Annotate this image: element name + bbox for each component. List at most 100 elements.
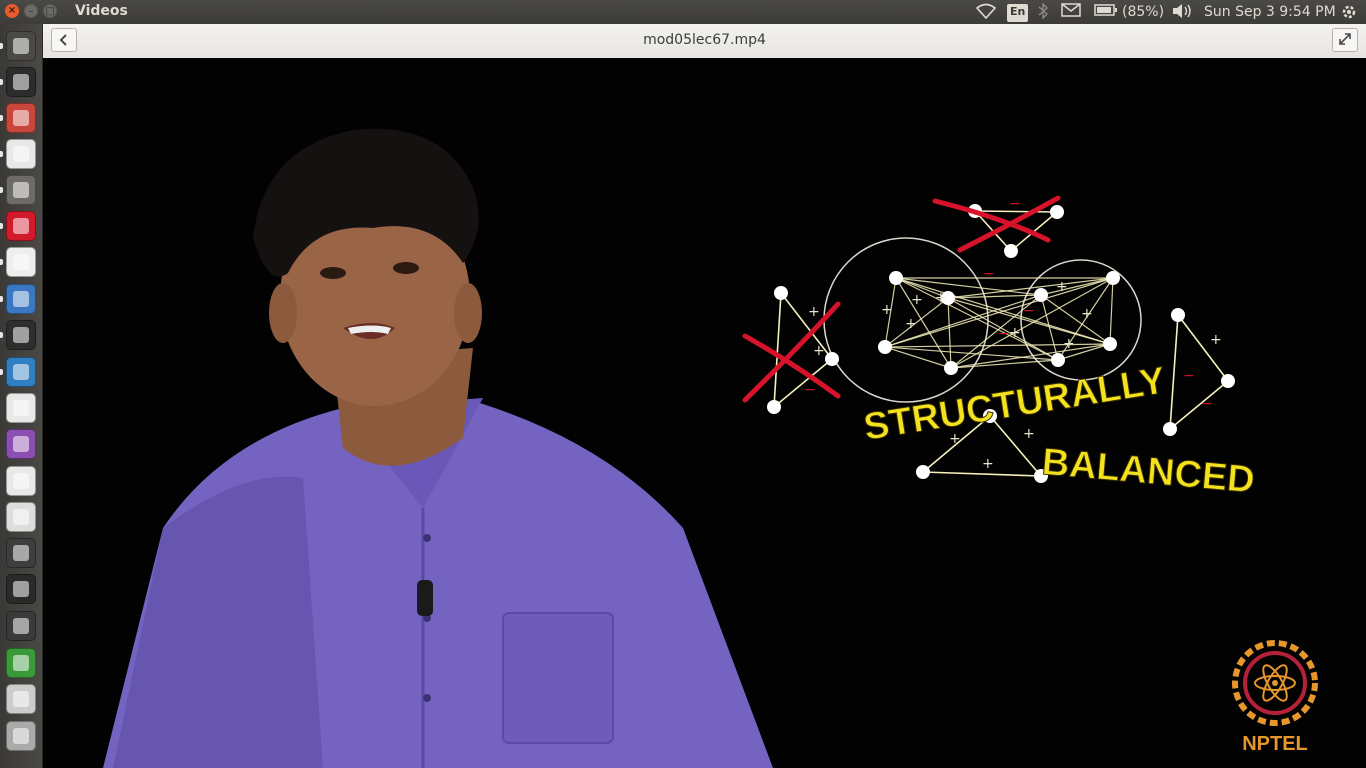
video-file-title: mod05lec67.mp4 <box>643 32 766 48</box>
bluetooth-icon[interactable] <box>1037 2 1049 21</box>
dash-home-icon <box>13 38 29 54</box>
media-player-icon <box>13 436 29 452</box>
launcher-item-opera[interactable] <box>6 211 36 241</box>
window-close-button[interactable]: × <box>5 4 19 18</box>
sublime-text-icon <box>13 545 29 561</box>
graph-node <box>878 340 892 354</box>
plus-sign: + <box>1023 426 1035 442</box>
graph-edge <box>950 343 1111 369</box>
launcher-item-drive[interactable] <box>6 684 36 714</box>
graph-node <box>767 400 781 414</box>
graph-edge <box>884 346 952 369</box>
graph-node <box>889 271 903 285</box>
triangle-edge <box>773 292 782 408</box>
fullscreen-icon <box>1339 33 1351 45</box>
launcher-item-gmail[interactable] <box>6 393 36 423</box>
minus-sign: − <box>1009 196 1021 212</box>
terminal-icon <box>13 74 29 90</box>
plus-sign: + <box>813 343 825 359</box>
nptel-logo: NPTEL <box>1232 640 1318 755</box>
running-indicator <box>0 187 3 193</box>
structural-balance-diagram: +++++++++++ +++−−−−−−− STRUCTURALLY BALAN… <box>742 195 1257 502</box>
launcher-item-r-language[interactable] <box>6 284 36 314</box>
plus-sign: + <box>1081 306 1093 322</box>
graph-node <box>1221 374 1235 388</box>
running-indicator <box>0 115 3 121</box>
plus-sign: + <box>911 292 923 308</box>
graph-nodes <box>767 204 1235 483</box>
plus-sign: + <box>935 290 947 306</box>
plus-sign: + <box>1056 279 1068 295</box>
minus-sign: − <box>1023 303 1035 319</box>
running-indicator <box>0 79 3 85</box>
battery-percent: (85%) <box>1122 4 1165 20</box>
running-indicator <box>0 332 3 338</box>
minus-sign: − <box>998 326 1010 342</box>
graph-node <box>1051 353 1065 367</box>
window-minimize-button[interactable]: – <box>24 4 38 18</box>
graph-edges <box>773 210 1229 477</box>
graph-node <box>1163 422 1177 436</box>
graph-node <box>944 361 958 375</box>
system-gear-icon[interactable] <box>1340 3 1358 21</box>
launcher-item-settings[interactable] <box>6 175 36 205</box>
red-cross-marks <box>742 195 1061 403</box>
launcher-item-geogebra[interactable] <box>6 611 36 641</box>
launcher-item-trash[interactable] <box>6 721 36 751</box>
top-panel: × – □ Videos En (85%) Sun Sep 3 9:54 PM <box>0 0 1366 24</box>
nptel-watermark-text: NPTEL <box>1242 733 1308 755</box>
running-indicator <box>0 259 3 265</box>
launcher-item-media-player[interactable] <box>6 429 36 459</box>
launcher-item-dash-home[interactable] <box>6 31 36 61</box>
volume-icon[interactable] <box>1171 3 1193 21</box>
graph-edge <box>947 297 952 369</box>
running-indicator <box>0 369 3 375</box>
launcher-item-presentation[interactable] <box>6 466 36 496</box>
keyboard-layout-indicator[interactable]: En <box>1007 4 1029 22</box>
overlay-word-structurally: STRUCTURALLY <box>861 360 1169 449</box>
clock[interactable]: Sun Sep 3 9:54 PM <box>1204 3 1336 21</box>
launcher <box>0 24 43 768</box>
graph-node <box>774 286 788 300</box>
text-document-icon <box>13 364 29 380</box>
text-editor-icon <box>13 509 29 525</box>
launcher-item-files-archive[interactable] <box>6 103 36 133</box>
plus-sign: + <box>808 304 820 320</box>
launcher-item-sublime-text[interactable] <box>6 538 36 568</box>
graph-node <box>1050 205 1064 219</box>
launcher-item-ipython[interactable] <box>6 574 36 604</box>
launcher-item-document-viewer[interactable] <box>6 247 36 277</box>
launcher-item-spreadsheet[interactable] <box>6 648 36 678</box>
minus-sign: − <box>804 382 816 398</box>
launcher-item-text-document[interactable] <box>6 357 36 387</box>
minus-sign: − <box>983 266 995 282</box>
launcher-item-text-editor[interactable] <box>6 502 36 532</box>
wifi-icon[interactable] <box>975 3 997 21</box>
graph-edge <box>884 343 1111 348</box>
video-frame[interactable]: + + + + + + + + + + + + + + − − − − − − − STRUCTURALLY BALAN… <box>43 58 1366 768</box>
graph-edge <box>1109 277 1114 345</box>
running-indicator <box>0 43 3 49</box>
running-indicator <box>0 151 3 157</box>
r-language-icon <box>13 291 29 307</box>
plus-sign: + <box>905 316 917 332</box>
graph-node <box>1103 337 1117 351</box>
window-maximize-button[interactable]: □ <box>43 4 57 18</box>
fullscreen-button[interactable] <box>1332 28 1358 52</box>
battery-icon[interactable] <box>1094 3 1118 21</box>
geogebra-icon <box>13 618 29 634</box>
launcher-item-video-editor[interactable] <box>6 320 36 350</box>
graph-edge <box>1040 277 1114 296</box>
files-archive-icon <box>13 110 29 126</box>
running-indicator <box>0 296 3 302</box>
presenter-figure <box>103 128 773 768</box>
graph-node <box>1034 288 1048 302</box>
ipython-icon <box>13 581 29 597</box>
graph-node <box>1004 244 1018 258</box>
mail-icon[interactable] <box>1061 3 1081 21</box>
settings-icon <box>13 182 29 198</box>
spreadsheet-icon <box>13 655 29 671</box>
launcher-item-terminal[interactable] <box>6 67 36 97</box>
launcher-item-chrome[interactable] <box>6 139 36 169</box>
drive-icon <box>13 691 29 707</box>
